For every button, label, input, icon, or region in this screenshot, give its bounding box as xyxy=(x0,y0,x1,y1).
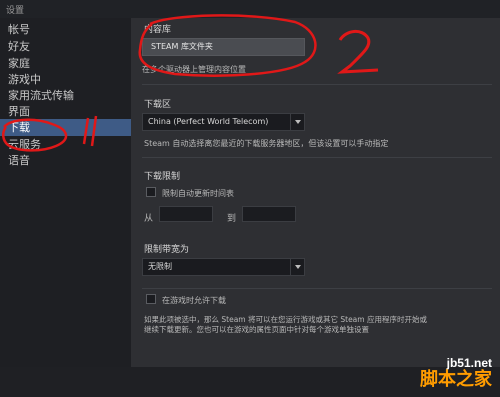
title-bar: 设置 xyxy=(0,0,500,18)
divider xyxy=(142,288,492,289)
schedule-checkbox-label: 限制自动更新时间表 xyxy=(162,189,234,198)
bandwidth-dropdown[interactable]: 无限制 xyxy=(142,258,305,276)
sidebar-item-friends[interactable]: 好友 xyxy=(0,38,131,55)
from-time-input[interactable] xyxy=(159,206,213,222)
allow-download-checkbox[interactable] xyxy=(146,294,156,304)
to-label: 到 xyxy=(227,214,237,224)
download-region-dropdown[interactable]: China (Perfect World Telecom) xyxy=(142,113,305,131)
download-region-description: Steam 自动选择离您最近的下载服务器地区，但该设置可以手动指定 xyxy=(144,139,389,148)
chevron-down-icon xyxy=(290,259,304,275)
divider xyxy=(142,157,492,158)
library-description: 在多个驱动器上管理内容位置 xyxy=(142,65,246,74)
chevron-down-icon xyxy=(290,114,304,130)
bandwidth-value: 无限制 xyxy=(148,262,172,271)
settings-window: 设置 帐号 好友 家庭 游戏中 家用流式传输 界面 下载 云服务 语音 内容库 … xyxy=(0,0,500,397)
download-region-value: China (Perfect World Telecom) xyxy=(148,117,269,126)
allow-download-label: 在游戏时允许下载 xyxy=(162,296,226,305)
sidebar-item-voice[interactable]: 语音 xyxy=(0,152,131,169)
settings-sidebar: 帐号 好友 家庭 游戏中 家用流式传输 界面 下载 云服务 语音 xyxy=(0,18,131,367)
from-label: 从 xyxy=(144,214,154,224)
download-limit-label: 下载限制 xyxy=(144,172,181,182)
download-region-label: 下载区 xyxy=(144,100,172,110)
watermark: jb51.net 脚本之家 xyxy=(420,356,492,388)
sidebar-item-downloads[interactable]: 下载 xyxy=(0,119,131,136)
watermark-url: jb51.net xyxy=(446,356,492,370)
bandwidth-label: 限制带宽为 xyxy=(144,245,190,255)
divider xyxy=(142,84,492,85)
library-label: 内容库 xyxy=(144,25,172,35)
gameplay-description-line2: 继续下载更新。您也可以在游戏的属性页面中针对每个游戏单独设置 xyxy=(144,325,369,334)
schedule-checkbox[interactable] xyxy=(146,187,156,197)
library-folders-button[interactable]: STEAM 库文件夹 xyxy=(142,38,305,56)
sidebar-item-cloud[interactable]: 云服务 xyxy=(0,136,131,153)
sidebar-item-account[interactable]: 帐号 xyxy=(0,21,131,38)
sidebar-item-streaming[interactable]: 家用流式传输 xyxy=(0,87,131,104)
to-time-input[interactable] xyxy=(242,206,296,222)
settings-content: 内容库 STEAM 库文件夹 在多个驱动器上管理内容位置 下载区 China (… xyxy=(131,18,500,367)
sidebar-item-in-game[interactable]: 游戏中 xyxy=(0,71,131,88)
sidebar-item-interface[interactable]: 界面 xyxy=(0,103,131,120)
sidebar-item-family[interactable]: 家庭 xyxy=(0,55,131,72)
window-title: 设置 xyxy=(6,6,25,16)
watermark-brand: 脚本之家 xyxy=(420,369,492,389)
